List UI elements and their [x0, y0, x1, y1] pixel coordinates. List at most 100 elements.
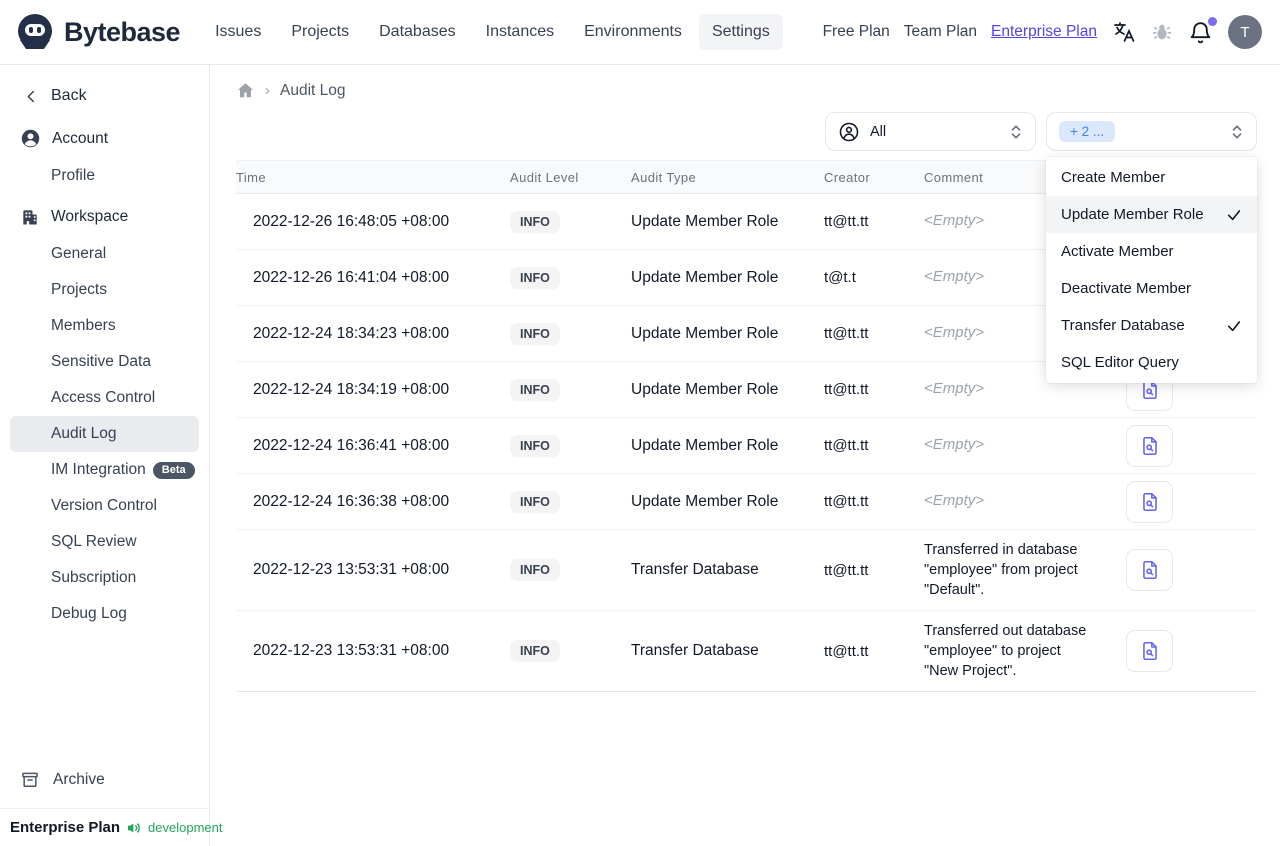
audit-type: Update Member Role — [631, 436, 779, 454]
dropdown-menu-item[interactable]: Transfer Database — [1046, 307, 1257, 344]
sidebar-item-label: Access Control — [51, 389, 156, 406]
settings-sidebar: Back Account Profile Workspace General P… — [0, 65, 223, 846]
archive-icon — [20, 770, 40, 790]
nav-menu-item[interactable]: Projects — [278, 14, 362, 50]
audit-creator: tt@tt.tt — [824, 493, 869, 510]
breadcrumb-page-title: Audit Log — [280, 81, 346, 99]
sidebar-item-label: General — [51, 245, 107, 262]
bytebase-logo[interactable]: Bytebase — [14, 11, 181, 53]
nav-menu-item[interactable]: Settings — [698, 14, 783, 50]
brand-name: Bytebase — [64, 16, 181, 47]
column-header: Creator — [824, 169, 871, 185]
filter-bar: All + 2 ... — [210, 106, 1280, 151]
nav-menu-item[interactable]: Databases — [366, 14, 469, 50]
audit-time: 2022-12-24 18:34:23 +08:00 — [253, 324, 450, 342]
sidebar-item[interactable]: Version Control — [10, 488, 199, 524]
top-navigation: Bytebase Issues Projects Databases Instance… — [0, 0, 1280, 65]
audit-creator: tt@tt.tt — [824, 642, 869, 660]
workspace-items: General Projects Members Sensitive Data Acce… — [0, 236, 209, 632]
chevron-left-icon — [24, 89, 39, 104]
sidebar-item-label: Subscription — [51, 569, 137, 586]
audit-time: 2022-12-24 18:34:19 +08:00 — [253, 380, 450, 398]
audit-creator: tt@tt.tt — [824, 437, 869, 454]
environment-label[interactable]: development — [148, 820, 222, 835]
view-audit-detail-button[interactable] — [1126, 424, 1173, 467]
user-circle-outline-icon — [838, 121, 860, 143]
sidebar-item[interactable]: SQL Review — [10, 524, 199, 560]
archive-button[interactable]: Archive — [0, 760, 209, 800]
sidebar-item-label: Debug Log — [51, 605, 127, 622]
sidebar-item[interactable]: Debug Log — [10, 596, 199, 632]
plan-link[interactable]: Team Plan — [904, 23, 977, 41]
sidebar-item[interactable]: Access Control — [10, 380, 199, 416]
plan-link[interactable]: Free Plan — [823, 23, 890, 41]
audit-comment: <Empty> — [924, 492, 985, 510]
plan-link[interactable]: Enterprise Plan — [991, 23, 1097, 41]
sidebar-item[interactable]: General — [10, 236, 199, 272]
sidebar-item-label: Sensitive Data — [51, 353, 151, 370]
building-icon — [20, 207, 40, 227]
back-button[interactable]: Back — [0, 79, 209, 113]
view-audit-detail-button[interactable] — [1126, 630, 1173, 672]
audit-time: 2022-12-26 16:48:05 +08:00 — [253, 212, 450, 230]
menu-item-label: Transfer Database — [1061, 317, 1185, 334]
sidebar-footer: Enterprise Plan development — [0, 808, 223, 846]
view-audit-detail-button[interactable] — [1126, 480, 1173, 523]
nav-menu-item[interactable]: Environments — [571, 14, 695, 50]
menu-item-label: Update Member Role — [1061, 206, 1204, 223]
audit-time: 2022-12-26 16:41:04 +08:00 — [253, 268, 450, 286]
audit-comment: Transferred out database "employee" to p… — [924, 623, 1087, 679]
home-icon[interactable] — [236, 81, 255, 100]
sidebar-item[interactable]: Projects — [10, 272, 199, 308]
file-search-icon — [1142, 641, 1157, 661]
menu-item-label: SQL Editor Query — [1061, 354, 1179, 371]
nav-menu-item[interactable]: Instances — [473, 14, 567, 50]
bug-report-icon[interactable] — [1151, 21, 1173, 43]
menu-item-label: Create Member — [1061, 169, 1166, 186]
audit-time: 2022-12-24 16:36:41 +08:00 — [253, 436, 450, 454]
file-search-icon — [1142, 436, 1157, 455]
audit-creator: t@t.t — [824, 269, 856, 286]
dropdown-menu-item[interactable]: SQL Editor Query — [1046, 344, 1257, 381]
back-label: Back — [51, 87, 87, 104]
chevron-up-down-icon — [1009, 124, 1023, 140]
sidebar-item[interactable]: Members — [10, 308, 199, 344]
audit-level-badge: INFO — [510, 640, 560, 662]
audit-type: Update Member Role — [631, 324, 779, 342]
creator-filter-value: All — [870, 123, 887, 140]
sidebar-item[interactable]: Subscription — [10, 560, 199, 596]
nav-menu-item[interactable]: Issues — [202, 14, 274, 50]
creator-filter-select[interactable]: All — [825, 112, 1036, 151]
chevron-up-down-icon — [1230, 124, 1244, 140]
audit-type: Update Member Role — [631, 268, 779, 286]
dropdown-menu-item[interactable]: Activate Member — [1046, 233, 1257, 270]
view-audit-detail-button[interactable] — [1126, 549, 1173, 591]
sidebar-item-label: Members — [51, 317, 116, 334]
sidebar-item[interactable]: Sensitive Data — [10, 344, 199, 380]
audit-type: Update Member Role — [631, 380, 779, 398]
account-items: Profile — [0, 158, 209, 194]
checkmark-icon — [1226, 207, 1242, 223]
dropdown-menu-item[interactable]: Deactivate Member — [1046, 270, 1257, 307]
beta-badge: Beta — [152, 461, 195, 479]
file-search-icon — [1142, 492, 1157, 511]
menu-item-label: Deactivate Member — [1061, 280, 1192, 297]
language-translate-icon[interactable] — [1112, 20, 1136, 44]
sidebar-item[interactable]: IM Integration Beta — [10, 452, 199, 488]
audit-type-filter-select[interactable]: + 2 ... — [1046, 112, 1257, 151]
account-section-label: Account — [52, 129, 109, 147]
user-avatar[interactable]: T — [1228, 15, 1262, 49]
audit-creator: tt@tt.tt — [824, 213, 869, 230]
notifications-bell-icon[interactable] — [1188, 16, 1217, 45]
sidebar-item[interactable]: Profile — [10, 158, 199, 194]
breadcrumb: › Audit Log — [210, 65, 1280, 106]
audit-creator: tt@tt.tt — [824, 561, 869, 579]
audit-comment: Transferred in database "employee" from … — [924, 542, 1078, 598]
sidebar-item[interactable]: Audit Log — [10, 416, 199, 452]
bytebase-logo-icon — [14, 11, 56, 53]
audit-level-badge: INFO — [510, 266, 560, 289]
audit-level-badge: INFO — [510, 559, 560, 581]
file-search-icon — [1142, 560, 1157, 580]
dropdown-menu-item[interactable]: Create Member — [1046, 159, 1257, 196]
dropdown-menu-item[interactable]: Update Member Role — [1046, 196, 1257, 233]
